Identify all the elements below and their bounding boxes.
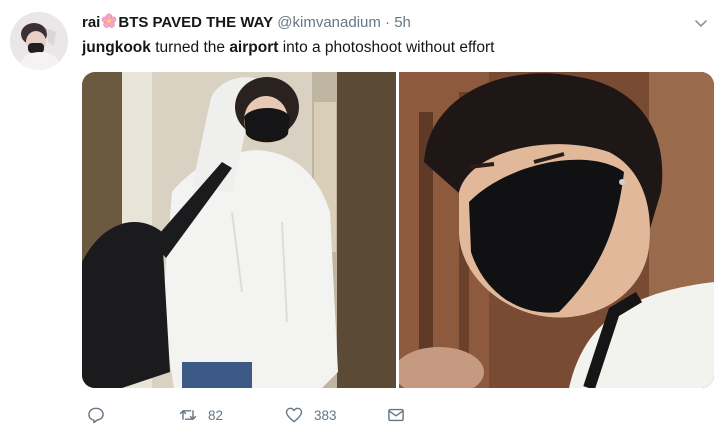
like-count: 383: [314, 407, 337, 423]
photo-airport-walk: [82, 72, 396, 388]
tweet-text-bold-place: airport: [229, 39, 279, 56]
chevron-down-icon: [695, 20, 707, 27]
tweet-header: rai BTS PAVED THE WAY @kimvanadium · 5h: [82, 13, 684, 33]
tweet-text-segment-end: into a photoshoot without effort: [278, 39, 495, 56]
media-photo-right[interactable]: [394, 72, 714, 388]
reply-button[interactable]: [86, 404, 106, 426]
tweet-actions: 82 383: [82, 400, 502, 430]
tweet-text: jungkook turned the airport into a photo…: [82, 38, 494, 58]
like-button[interactable]: 383: [284, 404, 337, 426]
reply-icon: [88, 407, 104, 424]
author-name[interactable]: rai BTS PAVED THE WAY: [82, 13, 273, 31]
heart-icon: [285, 407, 303, 423]
author-name-suffix[interactable]: BTS PAVED THE WAY: [118, 14, 273, 31]
retweet-icon: [179, 410, 197, 420]
author-name-prefix[interactable]: rai: [82, 14, 100, 31]
media-photo-left[interactable]: [82, 72, 396, 388]
tweet-timestamp[interactable]: 5h: [394, 14, 411, 31]
tweet-menu-button[interactable]: [692, 14, 710, 32]
tweet-text-segment: turned the: [150, 39, 230, 56]
tweet-media: [82, 72, 714, 388]
author-handle[interactable]: @kimvanadium: [277, 14, 381, 31]
avatar[interactable]: [10, 12, 68, 70]
separator-dot: ·: [385, 14, 391, 31]
retweet-button[interactable]: 82: [178, 404, 223, 426]
direct-message-button[interactable]: [386, 404, 406, 426]
retweet-count: 82: [208, 407, 224, 423]
envelope-icon: [388, 408, 404, 422]
photo-closeup: [394, 72, 714, 388]
cherry-blossom-icon: [102, 13, 117, 28]
avatar-image: [10, 12, 68, 70]
tweet-text-bold-name: jungkook: [82, 39, 151, 56]
